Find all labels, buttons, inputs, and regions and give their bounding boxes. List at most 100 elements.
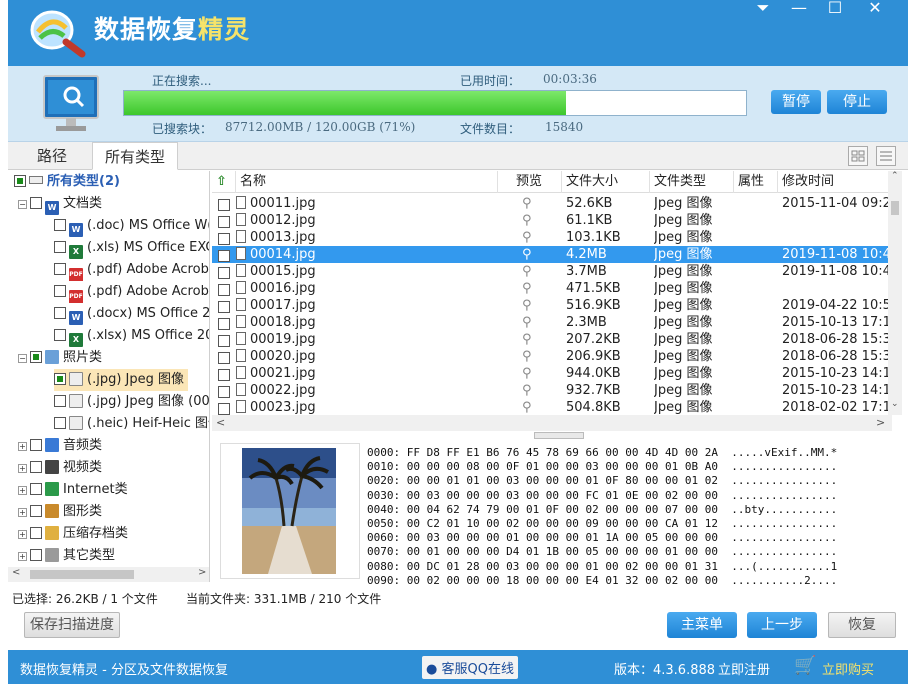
preview-search-icon[interactable]: ⚲ — [522, 365, 532, 382]
table-row[interactable]: 00022.jpg ⚲ 932.7KB Jpeg 图像 2015-10-23 14:19… — [212, 382, 892, 399]
table-row[interactable]: 00019.jpg ⚲ 207.2KB Jpeg 图像 2018-06-28 15:30… — [212, 331, 892, 348]
pause-button[interactable]: 暂停 — [771, 90, 821, 114]
collapse-icon[interactable]: − — [18, 354, 27, 363]
table-row[interactable]: 00021.jpg ⚲ 944.0KB Jpeg 图像 2015-10-23 14:17… — [212, 365, 892, 382]
tree-doc-item[interactable]: X (.xls) MS Office EXC — [54, 237, 209, 259]
expand-icon[interactable]: + — [18, 442, 27, 451]
preview-search-icon[interactable]: ⚲ — [522, 246, 532, 263]
header-name[interactable]: 名称 — [236, 171, 498, 193]
header-modified[interactable]: 修改时间 — [778, 171, 892, 193]
tree-doc-item[interactable]: PDF (.pdf) Adobe Acroba — [54, 281, 209, 303]
jpg-001-checkbox[interactable] — [54, 395, 66, 407]
list-view-icon[interactable] — [876, 146, 896, 166]
table-row[interactable]: 00018.jpg ⚲ 2.3MB Jpeg 图像 2015-10-13 17:13: — [212, 314, 892, 331]
expand-icon[interactable]: + — [18, 486, 27, 495]
stop-button[interactable]: 停止 — [827, 90, 887, 114]
expand-icon[interactable]: + — [18, 508, 27, 517]
category-checkbox[interactable] — [30, 483, 42, 495]
maximize-button[interactable]: ☐ — [820, 0, 850, 16]
table-row[interactable]: 00017.jpg ⚲ 516.9KB Jpeg 图像 2019-04-22 10:59… — [212, 297, 892, 314]
tree-item-jpg-001[interactable]: (.jpg) Jpeg 图像 (001 — [54, 391, 209, 413]
table-row[interactable]: 00014.jpg ⚲ 4.2MB Jpeg 图像 2019-11-08 10:47: — [212, 246, 892, 263]
preview-search-icon[interactable]: ⚲ — [522, 280, 532, 297]
doc-item-checkbox[interactable] — [54, 219, 66, 231]
splitter-handle[interactable] — [534, 432, 584, 439]
grid-view-icon[interactable] — [848, 146, 868, 166]
documents-checkbox[interactable] — [30, 197, 42, 209]
previous-step-button[interactable]: 上一步 — [747, 612, 817, 638]
heic-checkbox[interactable] — [54, 417, 66, 429]
sort-up-icon[interactable]: ⇧ — [212, 171, 236, 193]
tree-category-archive[interactable]: + 压缩存档类 — [18, 523, 128, 545]
tab-path[interactable]: 路径 — [20, 142, 84, 170]
category-checkbox[interactable] — [30, 505, 42, 517]
tree-item-heic[interactable]: (.heic) Heif-Heic 图像 — [54, 413, 209, 435]
doc-item-checkbox[interactable] — [54, 285, 66, 297]
scroll-thumb[interactable] — [30, 570, 134, 579]
doc-item-checkbox[interactable] — [54, 307, 66, 319]
preview-search-icon[interactable]: ⚲ — [522, 195, 532, 212]
scroll-right-icon[interactable]: > — [876, 416, 885, 429]
qq-support-link[interactable]: ● 客服QQ在线 — [422, 656, 518, 679]
tree-documents[interactable]: − W 文档类 — [18, 193, 102, 215]
tree-category-graphics[interactable]: + 图形类 — [18, 501, 102, 523]
root-checkbox[interactable] — [14, 175, 26, 187]
tab-all-types[interactable]: 所有类型 — [92, 142, 178, 170]
preview-search-icon[interactable]: ⚲ — [522, 399, 532, 416]
preview-search-icon[interactable]: ⚲ — [522, 212, 532, 229]
tree-doc-item[interactable]: W (.doc) MS Office W( — [54, 215, 209, 237]
list-horizontal-scrollbar[interactable]: < > — [212, 415, 892, 431]
buy-link[interactable]: 立即购买 — [822, 659, 874, 678]
table-row[interactable]: 00016.jpg ⚲ 471.5KB Jpeg 图像 — [212, 280, 892, 297]
collapse-icon[interactable]: − — [18, 200, 27, 209]
doc-item-checkbox[interactable] — [54, 263, 66, 275]
dropdown-menu-icon[interactable]: ⏷ — [748, 0, 778, 16]
header-preview[interactable]: 预览 — [512, 171, 562, 193]
preview-search-icon[interactable]: ⚲ — [522, 229, 532, 246]
save-scan-progress-button[interactable]: 保存扫描进度 — [24, 612, 120, 638]
category-checkbox[interactable] — [30, 549, 42, 561]
expand-icon[interactable]: + — [18, 552, 27, 561]
table-row[interactable]: 00015.jpg ⚲ 3.7MB Jpeg 图像 2019-11-08 10:48: — [212, 263, 892, 280]
main-menu-button[interactable]: 主菜单 — [667, 612, 737, 638]
preview-search-icon[interactable]: ⚲ — [522, 331, 532, 348]
category-checkbox[interactable] — [30, 439, 42, 451]
tree-doc-item[interactable]: PDF (.pdf) Adobe Acroba — [54, 259, 209, 281]
table-row[interactable]: 00011.jpg ⚲ 52.6KB Jpeg 图像 2015-11-04 09:26: — [212, 195, 892, 212]
tree-category-internet[interactable]: + Internet类 — [18, 479, 128, 501]
doc-item-checkbox[interactable] — [54, 241, 66, 253]
preview-search-icon[interactable]: ⚲ — [522, 263, 532, 280]
tree-item-jpg[interactable]: (.jpg) Jpeg 图像 — [54, 369, 188, 391]
header-size[interactable]: 文件大小 — [562, 171, 650, 193]
close-button[interactable]: ✕ — [860, 0, 890, 16]
doc-item-checkbox[interactable] — [54, 329, 66, 341]
tree-category-video[interactable]: + 视频类 — [18, 457, 102, 479]
scroll-down-icon[interactable]: ⌄ — [891, 399, 899, 409]
register-link[interactable]: 立即注册 — [718, 659, 770, 678]
tree-category-other[interactable]: + 其它类型 — [18, 545, 115, 567]
category-checkbox[interactable] — [30, 527, 42, 539]
tree-category-audio[interactable]: + 音频类 — [18, 435, 102, 457]
header-type[interactable]: 文件类型 — [650, 171, 734, 193]
preview-search-icon[interactable]: ⚲ — [522, 348, 532, 365]
minimize-button[interactable]: — — [784, 0, 814, 16]
table-row[interactable]: 00012.jpg ⚲ 61.1KB Jpeg 图像 — [212, 212, 892, 229]
scroll-up-icon[interactable]: ⌃ — [891, 171, 899, 181]
preview-search-icon[interactable]: ⚲ — [522, 297, 532, 314]
table-row[interactable]: 00023.jpg ⚲ 504.8KB Jpeg 图像 2018-02-02 17:18… — [212, 399, 892, 416]
photos-checkbox[interactable] — [30, 351, 42, 363]
expand-icon[interactable]: + — [18, 464, 27, 473]
tree-doc-item[interactable]: X (.xlsx) MS Office 20 — [54, 325, 209, 347]
scroll-left-icon[interactable]: < — [12, 567, 20, 578]
vscroll-thumb[interactable] — [891, 201, 899, 215]
scroll-left-icon[interactable]: < — [216, 416, 225, 429]
tree-root[interactable]: 所有类型(2) — [14, 171, 120, 193]
preview-search-icon[interactable]: ⚲ — [522, 314, 532, 331]
scroll-right-icon[interactable]: > — [198, 567, 206, 578]
list-vertical-scrollbar[interactable]: ⌃ ⌄ — [888, 171, 902, 415]
header-attr[interactable]: 属性 — [734, 171, 778, 193]
table-row[interactable]: 00013.jpg ⚲ 103.1KB Jpeg 图像 — [212, 229, 892, 246]
tree-photos[interactable]: − 照片类 — [18, 347, 102, 369]
recover-button[interactable]: 恢复 — [828, 612, 896, 638]
tree-doc-item[interactable]: W (.docx) MS Office 2 — [54, 303, 209, 325]
